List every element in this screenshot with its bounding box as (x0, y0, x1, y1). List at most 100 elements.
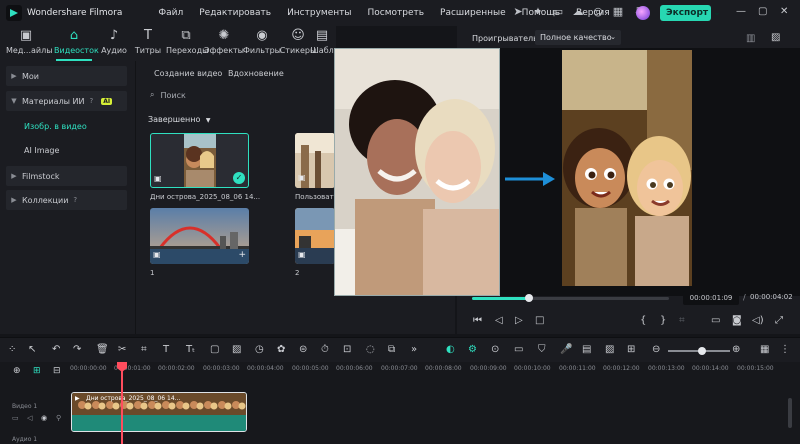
step-back-icon[interactable]: ◁ (495, 315, 503, 326)
layout-grid-icon[interactable]: ⁘ (8, 344, 16, 355)
mark-in-icon[interactable]: { (640, 315, 646, 326)
sidebar-item-ai-materials[interactable]: ▼ Материалы ИИ ? AI (6, 91, 127, 111)
subtab-inspiration[interactable]: Вдохновение (228, 69, 284, 78)
compare-view-icon[interactable]: ▥ (746, 33, 755, 44)
menu-view[interactable]: Посмотреть (359, 8, 432, 18)
snapshot-image-icon[interactable]: ▨ (771, 32, 780, 43)
sidebar-item-ai-image[interactable]: AI Image (24, 146, 59, 155)
record-icon[interactable]: ⊙ (491, 344, 499, 355)
camera-icon[interactable]: ◙ (732, 315, 742, 326)
volume-icon[interactable]: ◁) (752, 315, 764, 326)
user-avatar[interactable] (636, 6, 650, 20)
menu-file[interactable]: Файл (150, 8, 191, 18)
crop-icon[interactable]: ⌗ (679, 315, 685, 326)
search-field[interactable]: ⌕ Поиск (150, 90, 186, 100)
cloud-upload-icon[interactable]: ☁ (571, 5, 585, 19)
more-menu-icon[interactable]: ⋮ (780, 344, 790, 355)
tab-transitions[interactable]: ⧉ Переходы (166, 29, 208, 56)
subtab-create-video[interactable]: Создание видео (154, 69, 222, 78)
send-icon[interactable]: ➤ (511, 5, 525, 19)
stop-icon[interactable]: □ (535, 315, 544, 326)
play-icon[interactable]: ▷ (515, 315, 523, 326)
grid-view-icon[interactable]: ▦ (760, 344, 769, 355)
quality-dropdown[interactable]: Полное качество ⌄ (535, 30, 621, 45)
sidebar-item-image-to-video[interactable]: Изобр. в видео (24, 122, 87, 131)
export-frame-icon[interactable]: ⊞ (627, 344, 635, 355)
magnet-icon[interactable]: ⊟ (53, 366, 61, 376)
video-clip[interactable]: ▶ Дни острова_2025_08_06 14... (71, 392, 247, 432)
playhead[interactable] (121, 362, 123, 444)
tab-titles[interactable]: T Титры (128, 29, 168, 56)
clip-icon[interactable]: ▭ (514, 344, 523, 355)
menu-advanced[interactable]: Расширенные (432, 8, 514, 18)
mark-out-icon[interactable]: } (660, 315, 666, 326)
select-pointer-icon[interactable]: ↖ (28, 344, 36, 355)
tab-stock[interactable]: ⌂ Видеосток (54, 29, 99, 56)
crop-tool-icon[interactable]: ⌗ (141, 344, 147, 355)
microphone-icon[interactable]: 🎤 (560, 344, 572, 355)
playback-scrubber[interactable] (472, 294, 669, 302)
subtitle-icon[interactable]: ▤ (582, 344, 591, 355)
sidebar-item-mine[interactable]: ▶ Мои (6, 66, 127, 86)
text-edit-icon[interactable]: Tₜ (186, 344, 195, 355)
tab-templates[interactable]: ▤ Шабл (308, 29, 336, 55)
tab-effects[interactable]: ✺ Эффекты (204, 29, 244, 56)
timeline-scrollbar[interactable] (788, 398, 792, 428)
display-icon[interactable]: ▭ (711, 315, 720, 326)
close-icon[interactable]: ✕ (780, 6, 788, 17)
transform-icon[interactable]: ▢ (210, 344, 219, 355)
minimize-icon[interactable]: — (736, 6, 746, 17)
add-track-icon[interactable]: ⊕ (13, 366, 21, 376)
delete-icon[interactable]: 🗑 (96, 344, 109, 355)
picture-icon[interactable]: ▨ (605, 344, 614, 355)
sidebar-item-collections[interactable]: ▶ Коллекции ? (6, 190, 127, 210)
sidebar-item-filmstock[interactable]: ▶ Filmstock (6, 166, 127, 186)
media-item[interactable]: ▣ (295, 208, 335, 264)
lightbulb-icon[interactable]: ✦ (531, 5, 545, 19)
status-filter-dropdown[interactable]: Завершенно ▼ (148, 115, 211, 124)
help-icon[interactable]: ? (90, 97, 94, 105)
player-tab[interactable]: Проигрыватель (472, 34, 538, 43)
zoom-slider[interactable] (668, 347, 730, 355)
media-item[interactable]: ▣ (295, 133, 335, 188)
lock-icon[interactable]: ⚲ (56, 414, 61, 422)
menu-edit[interactable]: Редактировать (191, 8, 279, 18)
previous-frame-icon[interactable]: ⏮ (473, 315, 482, 326)
media-item[interactable]: ▣ ✓ (150, 133, 249, 188)
timer-icon[interactable]: ⏱ (321, 344, 329, 355)
help-icon[interactable]: ? (73, 196, 77, 204)
image-adjust-icon[interactable]: ▨ (232, 344, 241, 355)
stabilize-icon[interactable]: ⊜ (299, 344, 307, 355)
grid-icon[interactable]: ▦ (611, 5, 625, 19)
tab-media[interactable]: ▣ Мед...айлы (6, 29, 53, 56)
tab-filters[interactable]: ◉ Фильтры (242, 29, 282, 56)
link-icon[interactable]: ⊞ (33, 366, 41, 376)
menu-tools[interactable]: Инструменты (279, 8, 359, 18)
mask-icon[interactable]: ◌ (366, 344, 375, 355)
add-icon[interactable]: + (238, 250, 246, 260)
text-tool-icon[interactable]: T (163, 344, 169, 355)
redo-icon[interactable]: ↷ (73, 344, 81, 355)
color-icon[interactable]: ✿ (277, 344, 285, 355)
eye-icon[interactable]: ◉ (41, 414, 47, 422)
scrubber-handle[interactable] (525, 294, 534, 302)
maximize-icon[interactable]: ▢ (758, 6, 767, 17)
frame-icon[interactable]: ⊡ (343, 344, 351, 355)
zoom-slider-handle[interactable] (698, 347, 706, 355)
fullscreen-icon[interactable]: ⤢ (775, 315, 783, 326)
zoom-out-icon[interactable]: ⊖ (652, 344, 660, 355)
more-tools-icon[interactable]: » (411, 344, 417, 355)
ai-tool-icon[interactable]: ◐ (446, 344, 455, 355)
zoom-in-icon[interactable]: ⊕ (732, 344, 740, 355)
group-icon[interactable]: ⧉ (388, 344, 395, 355)
split-scissors-icon[interactable]: ✂ (118, 344, 126, 355)
shield-icon[interactable]: ⛉ (538, 344, 546, 355)
settings-gear-icon[interactable]: ⚙ (468, 344, 477, 355)
screen-icon[interactable]: ▭ (551, 5, 565, 19)
folder-icon[interactable]: ▭ (12, 414, 19, 422)
undo-icon[interactable]: ↶ (52, 344, 60, 355)
speed-icon[interactable]: ◷ (255, 344, 264, 355)
export-button[interactable]: Экспорт ⌄ (660, 5, 721, 21)
audio-track-icon[interactable]: ◁ (27, 414, 32, 422)
timeline-ruler[interactable]: 00:00:00:00 00:00:01:00 00:00:02:00 00:0… (70, 362, 788, 380)
